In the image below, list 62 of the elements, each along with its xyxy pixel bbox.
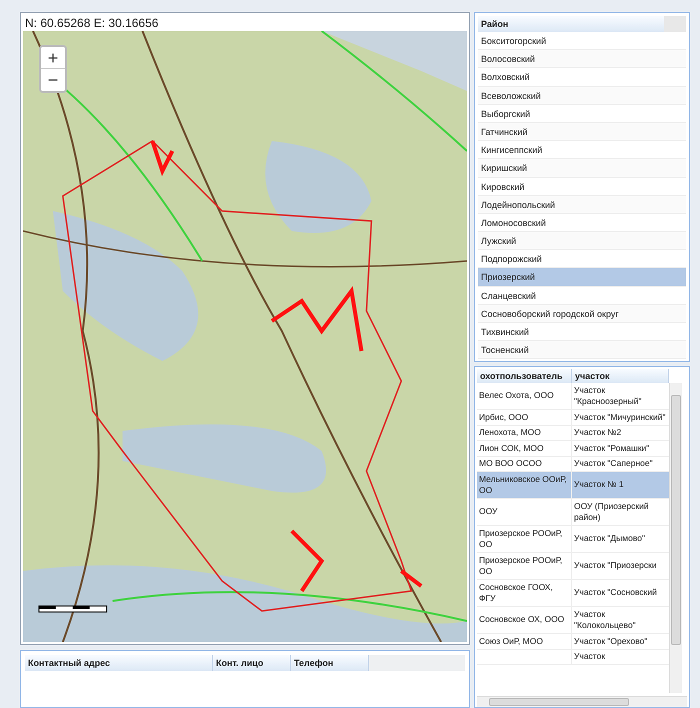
- table-cell: Участок "Мичуринский": [574, 412, 666, 423]
- table-cell-text: Участок "Красноозерный": [574, 384, 643, 408]
- district-row[interactable]: Лодейнопольский: [478, 196, 686, 214]
- table-cell: МО ВОО ОСОО: [479, 458, 542, 470]
- district-row[interactable]: Лужский: [478, 232, 686, 250]
- table-cell: Лион СОК, МОО: [479, 442, 544, 454]
- table-cell: Сосновское ОХ, ООО: [479, 614, 564, 626]
- grid-row[interactable]: ООУ ООУ (Приозерский район): [477, 499, 669, 526]
- district-row[interactable]: Приозерский: [478, 268, 686, 287]
- scrollbar-thumb[interactable]: [671, 395, 681, 645]
- table-cell: Велес Охота, ООО: [479, 390, 554, 402]
- table-cell-text: Приозерское РООиР, ОО: [479, 528, 564, 550]
- column-header[interactable]: участок: [572, 369, 669, 383]
- table-cell: Участок: [574, 651, 606, 662]
- grid-row[interactable]: Сосновское ГООХ, ФГУ Участок "Сосновский: [477, 580, 669, 607]
- table-cell: Участок "Орехово": [574, 636, 648, 647]
- table-cell: Ленохота, МОО: [479, 427, 541, 438]
- table-cell-text: Сосновское ГООХ, ФГУ: [479, 582, 554, 604]
- header-filler: [664, 16, 686, 32]
- table-cell: Союз ОиР, МОО: [479, 636, 543, 647]
- zoom-out-button[interactable]: −: [41, 69, 65, 91]
- grid-row[interactable]: Лион СОК, МОО Участок "Ромашки": [477, 441, 669, 456]
- column-header[interactable]: Контактный адрес: [25, 655, 213, 671]
- column-header[interactable]: Район: [478, 16, 664, 32]
- district-row[interactable]: Волосовский: [478, 50, 686, 68]
- coordinates-text: N: 60.65268 E: 30.16656: [24, 15, 160, 31]
- district-row[interactable]: Всеволожский: [478, 86, 686, 105]
- table-cell: Участок №2: [574, 427, 622, 438]
- grid-row[interactable]: Ленохота, МОО Участок №2: [477, 426, 669, 441]
- grid-row[interactable]: Сосновское ОХ, ООО Участок "Колокольцево": [477, 607, 669, 634]
- district-row[interactable]: Тосненский: [478, 341, 686, 360]
- table-cell: Участок "Ромашки": [574, 442, 650, 454]
- table-cell-text: Мельниковское ООиР, ОО: [479, 474, 568, 496]
- table-cell: Участок "Сосновский: [574, 587, 657, 599]
- grid-row[interactable]: Ирбис, ООО Участок "Мичуринский": [477, 410, 669, 426]
- zoom-in-button[interactable]: +: [41, 47, 65, 69]
- table-cell: Ирбис, ООО: [479, 412, 528, 423]
- vertical-scrollbar[interactable]: [669, 383, 682, 693]
- table-cell: Участок № 1: [574, 479, 624, 491]
- table-cell-text: Приозерское РООиР, ОО: [479, 554, 564, 578]
- column-header[interactable]: Телефон: [291, 655, 369, 671]
- table-cell: Участок "Дымово": [574, 533, 646, 545]
- grid-row[interactable]: Союз ОиР, МОО Участок "Орехово": [477, 634, 669, 650]
- district-row[interactable]: Сланцевский: [478, 286, 686, 305]
- grid-row[interactable]: МО ВОО ОСОО Участок "Саперное": [477, 456, 669, 472]
- table-cell: ООУ: [479, 506, 498, 518]
- table-cell-text: ООУ (Приозерский район): [574, 500, 650, 524]
- column-header[interactable]: Конт. лицо: [213, 655, 291, 671]
- district-row[interactable]: Киришский: [478, 159, 686, 178]
- district-row[interactable]: Гатчинский: [478, 122, 686, 142]
- scrollbar-thumb[interactable]: [489, 698, 629, 706]
- table-cell: Участок "Саперное": [574, 458, 653, 470]
- district-row[interactable]: Сосновоборский городской округ: [478, 304, 686, 323]
- grid-row[interactable]: Участок: [477, 650, 669, 665]
- horizontal-scrollbar[interactable]: [477, 696, 687, 707]
- table-cell: Участок "Приозерски: [574, 560, 657, 572]
- column-header[interactable]: охотпользователь: [477, 369, 572, 383]
- grid-row[interactable]: Приозерское РООиР, ОО Участок "Приозерски: [477, 553, 669, 580]
- grid-row[interactable]: Приозерское РООиР, ОО Участок "Дымово": [477, 526, 669, 553]
- grid-row[interactable]: Велес Охота, ООО Участок "Красноозерный": [477, 383, 669, 410]
- table-cell-text: Участок "Колокольцево": [574, 608, 637, 632]
- district-row[interactable]: Кировский: [478, 178, 686, 196]
